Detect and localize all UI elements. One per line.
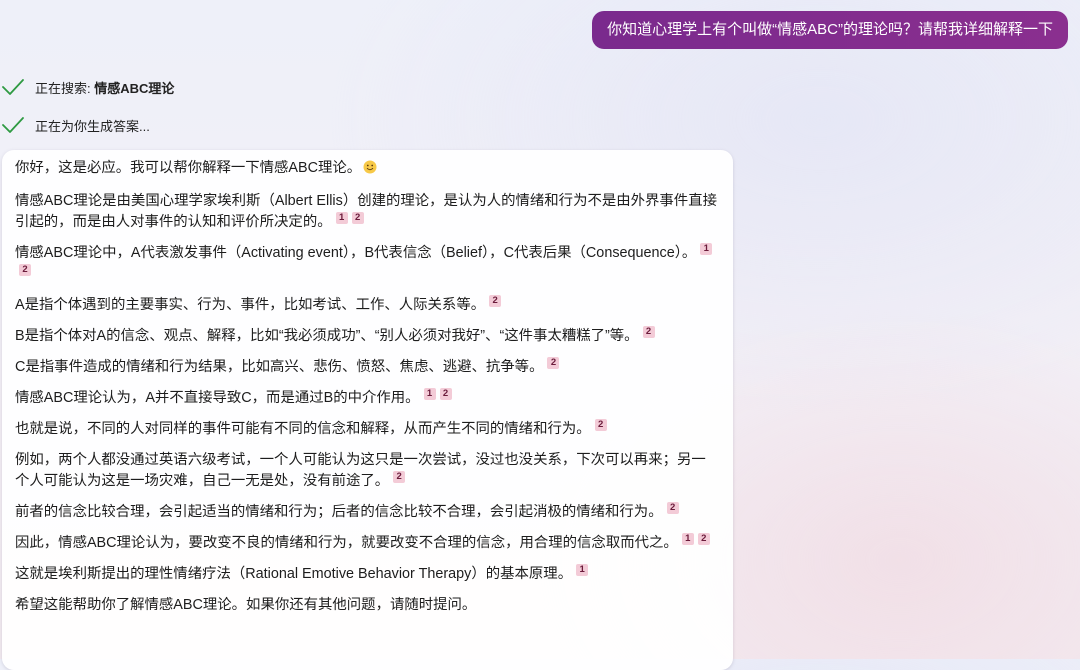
citation-link[interactable]: 1: [335, 212, 348, 224]
answer-paragraph: B是指个体对A的信念、观点、解释，比如“我必须成功”、“别人必须对我好”、“这件…: [15, 326, 717, 347]
answer-paragraph: 前者的信念比较合理，会引起适当的情绪和行为；后者的信念比较不合理，会引起消极的情…: [15, 502, 717, 523]
search-query: 情感ABC理论: [94, 80, 175, 96]
answer-paragraph: 希望这能帮助你了解情感ABC理论。如果你还有其他问题，请随时提问。: [15, 597, 477, 613]
answer-paragraph: A是指个体遇到的主要事实、行为、事件，比如考试、工作、人际关系等。 2: [15, 295, 717, 316]
citation-link[interactable]: 1: [700, 243, 713, 255]
citation-link[interactable]: 2: [19, 264, 31, 276]
citation-link[interactable]: 2: [697, 533, 710, 545]
status-searching: 正在搜索: 情感ABC理论: [0, 77, 174, 97]
citation-link[interactable]: 1: [576, 564, 589, 576]
status-text: 正在搜索: 情感ABC理论: [35, 80, 175, 96]
citation-link[interactable]: 2: [547, 357, 560, 369]
citation-link[interactable]: 2: [489, 295, 502, 307]
answer-paragraph: 情感ABC理论中，A代表激发事件（Activating event），B代表信念…: [15, 243, 717, 285]
answer-paragraph: 情感ABC理论认为，A并不直接导致C，而是通过B的中介作用。 1 2: [15, 388, 717, 409]
citation-link[interactable]: 2: [642, 326, 655, 338]
checkmark-icon: [2, 117, 24, 133]
citation-link[interactable]: 2: [439, 388, 452, 400]
citation-link[interactable]: 2: [666, 502, 679, 514]
answer-paragraph: 例如，两个人都没通过英语六级考试，一个人可能认为这只是一次尝试，没过也没关系，下…: [15, 452, 706, 489]
assistant-answer-card: 你好，这是必应。我可以帮你解释一下情感ABC理论。 情感ABC理论是由美国心理学…: [2, 150, 733, 670]
answer-paragraph: 这就是埃利斯提出的理性情绪疗法（Rational Emotive Behavio…: [15, 564, 717, 585]
citation-link[interactable]: 1: [423, 388, 436, 400]
user-message-bubble: 你知道心理学上有个叫做“情感ABC”的理论吗？请帮我详细解释一下: [592, 11, 1068, 49]
citation-link[interactable]: 2: [594, 419, 607, 431]
status-generating: 正在为你生成答案...: [0, 115, 150, 135]
smiley-emoji-icon: [363, 160, 377, 181]
citation-link[interactable]: 2: [351, 212, 364, 224]
status-text: 正在为你生成答案...: [35, 118, 150, 134]
checkmark-icon: [2, 79, 24, 95]
citation-link[interactable]: 1: [681, 533, 694, 545]
answer-paragraph: C是指事件造成的情绪和行为结果，比如高兴、悲伤、愤怒、焦虑、逃避、抗争等。 2: [15, 357, 717, 378]
citation-link[interactable]: 2: [393, 471, 406, 483]
answer-paragraph: 因此，情感ABC理论认为，要改变不良的情绪和行为，就要改变不合理的信念，用合理的…: [15, 533, 717, 554]
answer-paragraph: 你好，这是必应。我可以帮你解释一下情感ABC理论。: [15, 158, 717, 181]
answer-paragraph: 情感ABC理论是由美国心理学家埃利斯（Albert Ellis）创建的理论，是认…: [15, 193, 717, 230]
answer-paragraph: 也就是说，不同的人对同样的事件可能有不同的信念和解释，从而产生不同的情绪和行为。…: [15, 419, 717, 440]
